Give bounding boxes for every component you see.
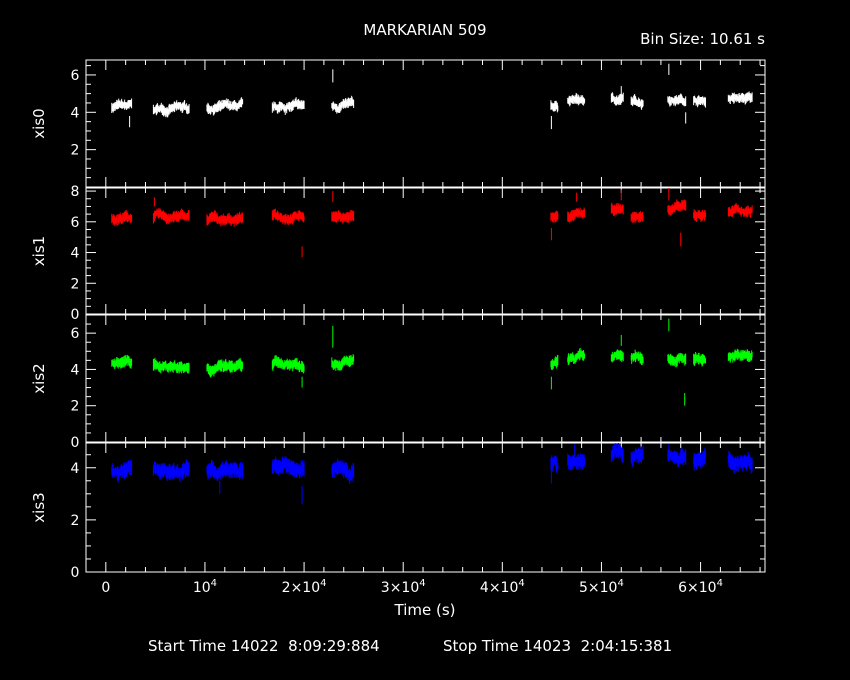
series-segment (206, 357, 244, 378)
series-segment (152, 208, 190, 225)
series-segment (111, 209, 133, 227)
panel-frame (85, 187, 766, 315)
series-segment (271, 97, 305, 115)
series-segment (693, 209, 707, 222)
series-segment (152, 459, 190, 482)
y-tick-label: 2 (71, 399, 80, 415)
series-segment (693, 351, 707, 367)
series-segment (667, 352, 687, 368)
light-curve-chart: MARKARIAN 509 Bin Size: 10.61 s 2 4 6 xis0 0… (30, 21, 766, 655)
series-segment (727, 450, 753, 474)
series-segment (693, 95, 707, 108)
y-tick-label: 4 (71, 461, 80, 477)
panel-xis0: 2 4 6 xis0 (30, 59, 766, 188)
x-tick-label: 4×104 (480, 578, 525, 596)
series-segment (152, 99, 190, 118)
series-segment (693, 447, 707, 471)
footer-stop-time: Stop Time 14023 2:04:15:381 (443, 637, 672, 655)
series-segment (331, 210, 355, 224)
series-segment (567, 453, 586, 471)
y-tick-label: 2 (71, 276, 80, 292)
x-tick-labels: 0 104 2×104 3×104 4×104 5×104 6×104 (101, 578, 723, 596)
panel-xis1: 0 2 4 6 8 xis1 (30, 184, 766, 323)
series-segment (331, 458, 355, 484)
y-tick-label: 2 (71, 143, 80, 159)
series-segment (727, 91, 753, 105)
y-axis-label: xis2 (30, 363, 48, 393)
x-tick-label: 2×104 (282, 578, 327, 596)
x-tick-label: 5×104 (579, 578, 624, 596)
series-segment (630, 349, 644, 366)
panels: 2 4 6 xis0 0 2 4 6 8 xis1 0 2 4 6 xis2 0 2 4 xis3 (30, 59, 766, 581)
y-tick-label: 0 (71, 435, 80, 451)
series-segment (567, 348, 586, 365)
series-segment (610, 202, 624, 217)
series-segment (667, 93, 687, 107)
panel-xis2: 0 2 4 6 xis2 (30, 314, 766, 451)
series-segment (667, 447, 687, 468)
series-segment (567, 207, 586, 224)
series-segment (550, 455, 559, 474)
series-segment (550, 210, 559, 223)
y-tick-label: 0 (71, 565, 80, 581)
footer-start-time: Start Time 14022 8:09:29:884 (148, 637, 380, 655)
series-segment (271, 208, 305, 225)
series-segment (111, 98, 133, 114)
y-axis-label: xis1 (30, 236, 48, 266)
series-segment (630, 445, 644, 468)
y-tick-label: 6 (71, 326, 80, 342)
y-tick-label: 0 (71, 307, 80, 323)
series-xis3 (111, 442, 753, 505)
panel-frame (85, 59, 766, 188)
y-tick-label: 4 (71, 105, 80, 121)
x-tick-label: 3×104 (381, 578, 426, 596)
series-segment (152, 357, 190, 374)
series-segment (630, 211, 644, 224)
series-xis0 (111, 63, 753, 130)
series-segment (206, 210, 244, 227)
x-axis-label: Time (s) (394, 601, 456, 619)
series-xis1 (111, 188, 753, 258)
panel-frame (85, 314, 766, 443)
series-xis2 (111, 318, 753, 406)
y-tick-label: 4 (71, 362, 80, 378)
series-segment (206, 97, 244, 116)
x-tick-label: 0 (101, 580, 110, 596)
series-segment (667, 199, 687, 217)
series-segment (331, 354, 355, 371)
bin-size-label: Bin Size: 10.61 s (640, 30, 765, 48)
series-segment (111, 354, 133, 370)
series-segment (630, 93, 644, 110)
x-tick-label: 6×104 (678, 578, 723, 596)
y-tick-label: 4 (71, 246, 80, 262)
y-axis-label: xis3 (30, 492, 48, 522)
y-tick-label: 8 (71, 184, 80, 200)
series-segment (567, 92, 586, 107)
series-segment (550, 354, 559, 370)
y-axis-label: xis0 (30, 108, 48, 138)
panel-xis3: 0 2 4 xis3 (30, 442, 766, 581)
series-segment (610, 349, 624, 363)
y-tick-label: 6 (71, 68, 80, 84)
series-segment (206, 459, 244, 482)
x-tick-label: 104 (193, 578, 217, 596)
series-segment (331, 95, 355, 114)
series-segment (111, 459, 133, 483)
y-tick-label: 6 (71, 215, 80, 231)
series-segment (550, 100, 559, 113)
y-tick-label: 2 (71, 513, 80, 529)
series-segment (271, 456, 305, 479)
series-segment (271, 355, 305, 374)
series-segment (727, 348, 753, 363)
series-segment (727, 203, 753, 218)
chart-title: MARKARIAN 509 (363, 21, 486, 39)
